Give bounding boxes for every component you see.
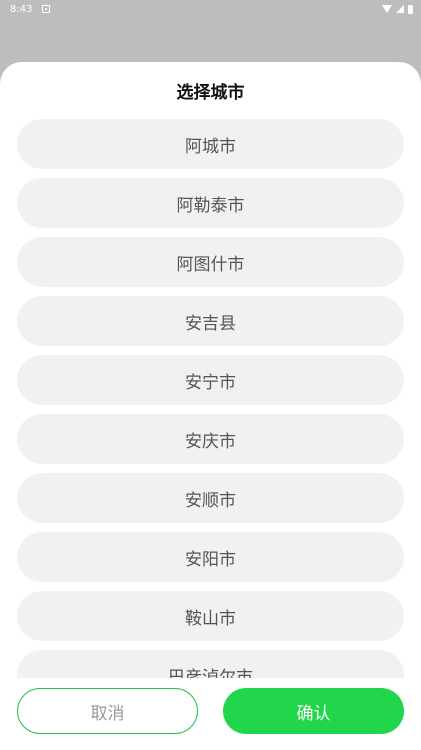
status-bar: 8:43	[0, 0, 421, 18]
city-picker-sheet: 选择城市 阿城市 阿勒泰市 阿图什市 安吉县 安宁市 安庆市 安顺市 安阳市 鞍…	[0, 62, 421, 750]
confirm-button[interactable]: 确认	[223, 688, 404, 734]
city-item[interactable]: 阿城市	[17, 119, 404, 169]
sheet-footer: 取消 确认	[0, 678, 421, 750]
city-item[interactable]: 鞍山市	[17, 591, 404, 641]
sheet-title: 选择城市	[176, 83, 245, 103]
city-item[interactable]: 阿勒泰市	[17, 178, 404, 228]
city-item[interactable]: 安庆市	[17, 414, 404, 464]
city-item[interactable]: 安吉县	[17, 296, 404, 346]
city-item[interactable]: 阿图什市	[17, 237, 404, 287]
status-left: 8:43	[10, 3, 51, 15]
status-time: 8:43	[10, 3, 33, 15]
city-item[interactable]: 安阳市	[17, 532, 404, 582]
cancel-button[interactable]: 取消	[17, 688, 198, 734]
battery-icon	[408, 4, 413, 14]
signal-icon	[396, 5, 404, 13]
city-item[interactable]: 安顺市	[17, 473, 404, 523]
app-notification-icon	[42, 5, 51, 13]
city-item[interactable]: 巴彦淖尔市	[17, 650, 404, 679]
screen: 8:43 选择城市 阿城市 阿勒泰市 阿图什市 安吉县 安宁市 安庆市 安顺市 …	[0, 0, 421, 750]
city-item[interactable]: 安宁市	[17, 355, 404, 405]
wifi-icon	[382, 5, 392, 13]
city-list[interactable]: 阿城市 阿勒泰市 阿图什市 安吉县 安宁市 安庆市 安顺市 安阳市 鞍山市 巴彦…	[0, 119, 421, 679]
status-right	[382, 4, 413, 14]
